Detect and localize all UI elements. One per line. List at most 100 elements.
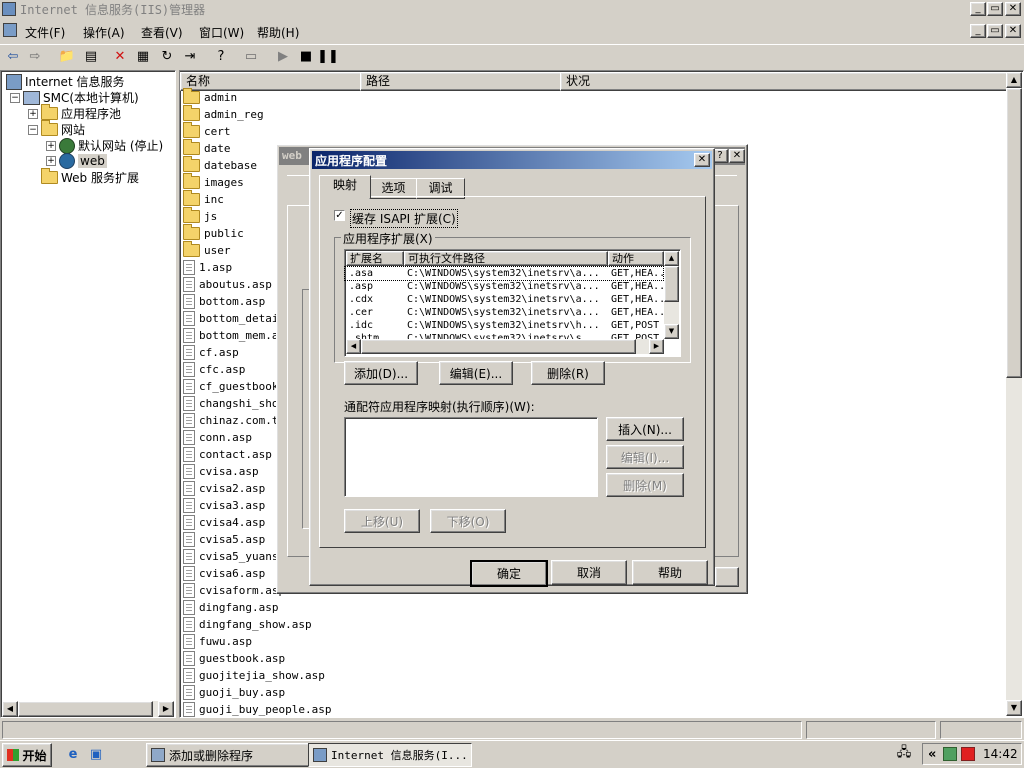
scroll-thumb[interactable] [361, 339, 636, 354]
pause-icon[interactable]: ❚❚ [317, 47, 339, 65]
up-folder-icon[interactable]: 📁 [58, 47, 76, 65]
list-item[interactable]: cvisa3.asp [183, 497, 265, 514]
scroll-right-icon[interactable]: ▶ [158, 701, 174, 717]
remove-button[interactable]: 删除(R) [531, 361, 605, 385]
close-button[interactable]: ✕ [1005, 2, 1021, 16]
properties-icon[interactable]: ▦ [134, 47, 152, 65]
grid-header-ext[interactable]: 扩展名 [346, 251, 404, 266]
grid-row[interactable]: .cer C:\WINDOWS\system32\inetsrv\a... GET,… [345, 306, 671, 319]
list-item[interactable]: date [183, 139, 231, 157]
scroll-thumb[interactable] [18, 701, 153, 717]
grid-header-verbs[interactable]: 动作 [608, 251, 664, 266]
list-item[interactable]: cert [183, 122, 231, 140]
tree-default-site[interactable]: + 默认网站 (停止) [46, 137, 163, 154]
minimize-button[interactable]: _ [970, 2, 986, 16]
refresh-icon[interactable]: ↻ [158, 47, 176, 65]
web-close-button[interactable]: ✕ [729, 149, 745, 163]
edit-button[interactable]: 编辑(E)... [439, 361, 513, 385]
list-item[interactable]: guestbook.asp [183, 650, 285, 667]
list-item[interactable]: cvisa5.asp [183, 531, 265, 548]
child-close-button[interactable]: ✕ [1005, 24, 1021, 38]
list-item[interactable]: dingfang.asp [183, 599, 278, 616]
list-item[interactable]: aboutus.asp [183, 276, 272, 293]
web-dialog-apply-button[interactable] [715, 567, 739, 587]
collapse-icon[interactable]: − [28, 124, 38, 135]
list-item[interactable]: public [183, 224, 244, 242]
expand-icon[interactable]: + [28, 108, 38, 119]
computer-icon[interactable]: ▭ [242, 47, 260, 65]
restore-button[interactable]: ▭ [987, 2, 1003, 16]
extensions-grid[interactable]: 扩展名 可执行文件路径 动作 .asa C:\WINDOWS\system32\i… [344, 249, 681, 357]
cache-isapi-label[interactable]: 缓存 ISAPI 扩展(C) [350, 209, 458, 228]
export-icon[interactable]: ⇥ [181, 47, 199, 65]
list-item[interactable]: guojitejia_show.asp [183, 667, 325, 684]
list-item[interactable]: admin [183, 88, 237, 106]
list-item[interactable]: cf.asp [183, 344, 239, 361]
list-item[interactable]: cvisa4.asp [183, 514, 265, 531]
start-button[interactable]: 开始 [2, 743, 52, 767]
expand-icon[interactable]: + [46, 140, 56, 151]
list-item[interactable]: contact.asp [183, 446, 272, 463]
scroll-right-icon[interactable]: ▶ [649, 339, 664, 354]
tree-websites[interactable]: − 网站 [28, 120, 85, 138]
grid-hscrollbar[interactable]: ◀ ▶ [346, 339, 664, 354]
move-down-button[interactable]: 下移(O) [430, 509, 506, 533]
grid-header-path[interactable]: 可执行文件路径 [404, 251, 608, 266]
list-item[interactable]: changshi_show [183, 395, 285, 412]
menu-action[interactable]: 操作(A) [83, 24, 125, 41]
list-item[interactable]: guoji_buy_people.asp [183, 701, 331, 718]
help-button[interactable]: 帮助 [632, 560, 708, 585]
expand-icon[interactable]: + [46, 156, 56, 166]
child-restore-button[interactable]: ▭ [987, 24, 1003, 38]
scroll-down-icon[interactable]: ▼ [664, 324, 679, 339]
child-minimize-button[interactable]: _ [970, 24, 986, 38]
show-tree-icon[interactable]: ▤ [82, 47, 100, 65]
list-item[interactable]: images [183, 173, 244, 191]
list-item[interactable]: fuwu.asp [183, 633, 252, 650]
list-item[interactable]: cf_guestbook. [183, 378, 285, 395]
list-item[interactable]: user [183, 241, 231, 259]
dialog-close-button[interactable]: ✕ [694, 153, 710, 167]
forward-icon[interactable]: ⇨ [26, 47, 44, 65]
show-desktop-icon[interactable]: ▣ [87, 745, 105, 763]
task-iis-manager[interactable]: Internet 信息服务(I... [308, 743, 472, 767]
scroll-thumb[interactable] [1006, 88, 1022, 378]
scroll-up-icon[interactable]: ▲ [1006, 72, 1022, 88]
grid-row[interactable]: .asa C:\WINDOWS\system32\inetsrv\a... GET,… [344, 266, 671, 281]
list-item[interactable]: cfc.asp [183, 361, 245, 378]
grid-row[interactable]: .asp C:\WINDOWS\system32\inetsrv\a... GET,… [345, 280, 671, 293]
tree-computer[interactable]: − SMC(本地计算机) [10, 89, 139, 106]
tray-security-icon[interactable] [961, 747, 975, 761]
scroll-up-icon[interactable]: ▲ [664, 251, 679, 266]
wildcard-listbox[interactable] [344, 417, 598, 497]
list-item[interactable]: bottom.asp [183, 293, 265, 310]
list-item[interactable]: bottom_mem.as [183, 327, 285, 344]
menu-view[interactable]: 查看(V) [141, 24, 183, 41]
list-item[interactable]: datebase [183, 156, 257, 174]
list-item[interactable]: dingfang_show.asp [183, 616, 312, 633]
list-item[interactable]: inc [183, 190, 224, 208]
tree-web-ext[interactable]: Web 服务扩展 [41, 168, 139, 186]
tray-app-icon[interactable] [943, 747, 957, 761]
col-status[interactable]: 状况 [560, 72, 1015, 91]
scroll-left-icon[interactable]: ◀ [346, 339, 361, 354]
network-tray-icon[interactable]: 🖧 [895, 745, 913, 763]
delete-icon[interactable]: ✕ [111, 47, 129, 65]
help-icon[interactable]: ? [212, 47, 230, 65]
menu-file[interactable]: 文件(F) [25, 24, 65, 41]
list-item[interactable]: cvisa6.asp [183, 565, 265, 582]
scroll-thumb[interactable] [664, 266, 679, 302]
list-item[interactable]: cvisaform.asp [183, 582, 285, 599]
list-item[interactable]: chinaz.com.tx [183, 412, 285, 429]
tray-expand-icon[interactable]: « [928, 747, 936, 762]
menu-help[interactable]: 帮助(H) [257, 24, 299, 41]
insert-button[interactable]: 插入(N)... [606, 417, 684, 441]
list-item[interactable]: bottom_detail [183, 310, 285, 327]
cache-isapi-checkbox[interactable]: ✓ [334, 210, 345, 221]
menu-window[interactable]: 窗口(W) [199, 24, 244, 41]
grid-row[interactable]: .cdx C:\WINDOWS\system32\inetsrv\a... GET,… [345, 293, 671, 306]
tree-web[interactable]: + web [46, 153, 107, 169]
tree-hscrollbar[interactable]: ◀ ▶ [2, 701, 174, 717]
list-item[interactable]: admin_reg [183, 105, 264, 123]
list-vscrollbar[interactable]: ▲ ▼ [1006, 72, 1022, 716]
